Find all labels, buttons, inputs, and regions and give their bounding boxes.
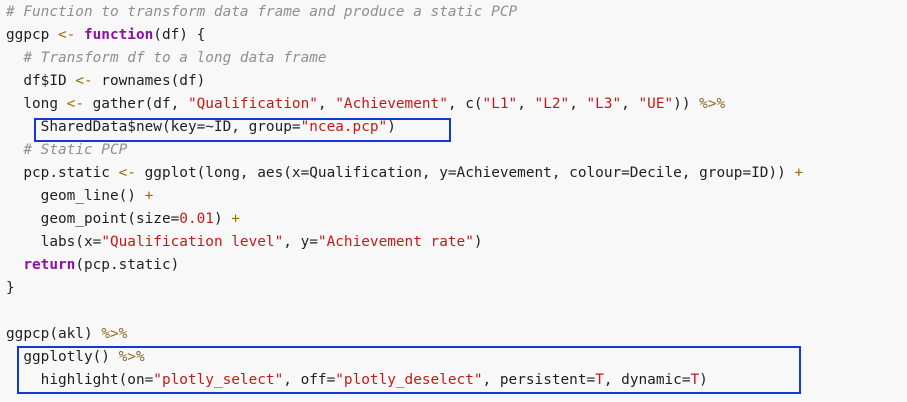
code-line-7: # Static PCP (0, 139, 907, 162)
identifier: df$ID (23, 73, 76, 89)
expression: ggplot(long, aes(x=Qualification, y=Achi… (135, 165, 795, 181)
string: "Qualification" (187, 96, 318, 112)
punct: , (317, 96, 336, 112)
pipe-operator: %>% (699, 96, 726, 112)
code-line-9: geom_line() + (0, 185, 907, 208)
code-line-17: highlight(on="plotly_select", off="plotl… (0, 369, 907, 392)
closing-brace: } (6, 280, 15, 296)
expression: gather(df, (83, 96, 188, 112)
expression: highlight(on= (40, 372, 154, 388)
punct: ) (699, 372, 708, 388)
punct: , c( (447, 96, 483, 112)
plus-operator: + (794, 165, 804, 181)
pipe-operator: %>% (118, 349, 145, 365)
expression: SharedData$new(key=~ID, group= (40, 119, 301, 135)
assign-operator: <- (75, 73, 93, 89)
punct: )) (673, 96, 700, 112)
expression: rownames(df) (92, 73, 206, 89)
expression: labs(x= (40, 234, 102, 250)
punct: ) (213, 211, 232, 227)
logical-constant: T (690, 372, 700, 388)
punct: , dynamic= (603, 372, 691, 388)
return-keyword: return (23, 257, 76, 273)
string: "L2" (534, 96, 570, 112)
string: "L3" (586, 96, 622, 112)
expression: ggplotly() (23, 349, 119, 365)
punct: , persistent= (482, 372, 596, 388)
code-line-6: SharedData$new(key=~ID, group="ncea.pcp"… (0, 116, 907, 139)
string: "Achievement" (335, 96, 448, 112)
params: (df) { (153, 27, 206, 43)
code-line-3: # Transform df to a long data frame (0, 47, 907, 70)
punct: , off= (283, 372, 336, 388)
expression: geom_point(size= (40, 211, 180, 227)
plus-operator: + (144, 188, 154, 204)
plus-operator: + (231, 211, 240, 227)
assign-operator: <- (57, 27, 76, 43)
expression: geom_line() (40, 188, 145, 204)
code-line-16: ggplotly() %>% (0, 346, 907, 369)
expression: (pcp.static) (75, 257, 180, 273)
identifier: long (23, 96, 67, 112)
identifier: pcp.static (23, 165, 119, 181)
string: "plotly_deselect" (335, 372, 483, 388)
code-line-11: labs(x="Qualification level", y="Achieve… (0, 231, 907, 254)
string: "Qualification level" (101, 234, 284, 250)
code-line-8: pcp.static <- ggplot(long, aes(x=Qualifi… (0, 162, 907, 185)
pipe-operator: %>% (101, 326, 128, 342)
comment: # Transform df to a long data frame (23, 50, 327, 66)
punct: ) (387, 119, 396, 135)
comment: # Function to transform data frame and p… (6, 4, 518, 20)
code-line-2: ggpcp <- function(df) { (0, 24, 907, 47)
code-line-15: ggpcp(akl) %>% (0, 323, 907, 346)
punct: , y= (283, 234, 318, 250)
expression: ggpcp(akl) (6, 326, 102, 342)
string: "Achievement rate" (317, 234, 474, 250)
punct: , (569, 96, 587, 112)
code-block: # Function to transform data frame and p… (0, 0, 907, 402)
code-line-4: df$ID <- rownames(df) (0, 70, 907, 93)
number: 0.01 (179, 211, 214, 227)
punct: , (621, 96, 639, 112)
comment: # Static PCP (23, 142, 128, 158)
code-line-13: } (0, 277, 907, 300)
string: "ncea.pcp" (300, 119, 388, 135)
punct: , (517, 96, 535, 112)
punct: ) (473, 234, 483, 250)
identifier: ggpcp (6, 27, 58, 43)
code-line-10: geom_point(size=0.01) + (0, 208, 907, 231)
function-keyword: function (83, 27, 154, 43)
string: "UE" (638, 96, 674, 112)
logical-constant: T (595, 372, 604, 388)
string: "plotly_select" (153, 372, 284, 388)
code-line-12: return(pcp.static) (0, 254, 907, 277)
string: "L1" (482, 96, 518, 112)
assign-operator: <- (118, 165, 136, 181)
assign-operator: <- (66, 96, 84, 112)
code-line-5: long <- gather(df, "Qualification", "Ach… (0, 93, 907, 116)
code-line-1: # Function to transform data frame and p… (0, 1, 907, 24)
